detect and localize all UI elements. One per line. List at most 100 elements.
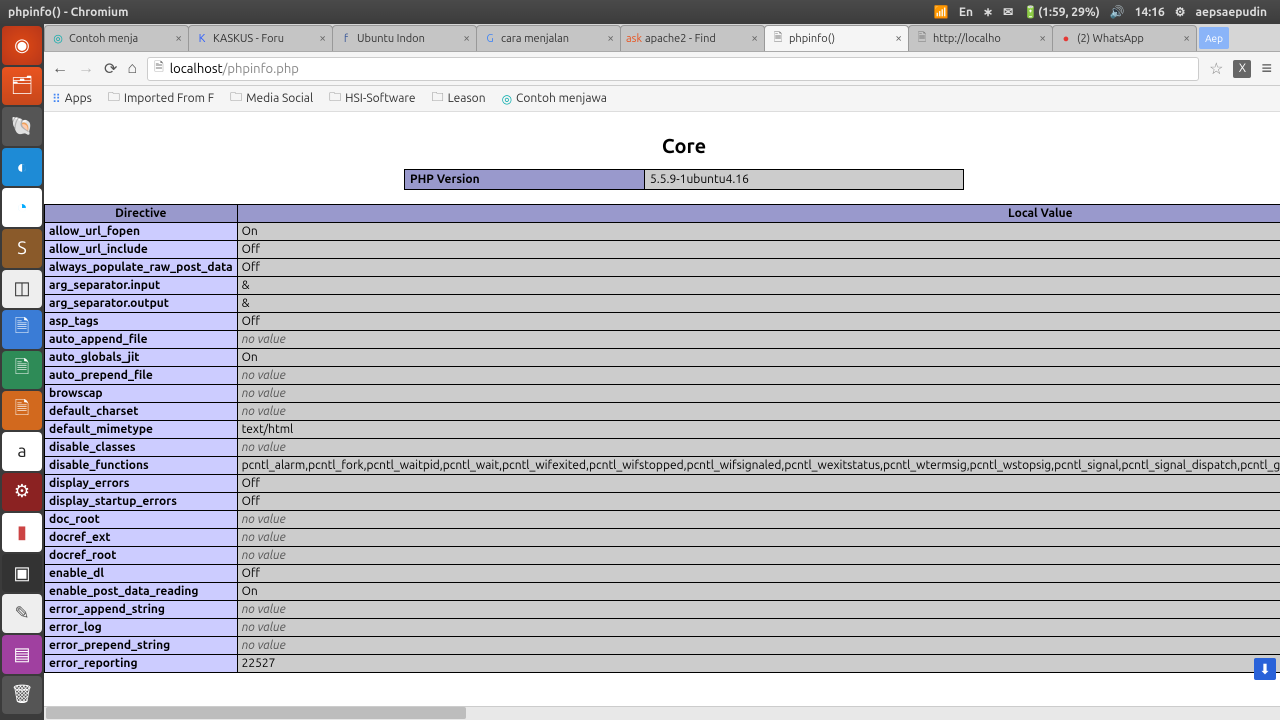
directive-name: browscap — [45, 385, 238, 403]
terminal-icon[interactable]: ▣ — [2, 554, 42, 593]
tab-close-icon[interactable]: × — [895, 32, 902, 45]
table-row: display_startup_errorsOff — [45, 493, 1280, 511]
app-icon[interactable]: ▮ — [2, 513, 42, 552]
clock[interactable]: 14:16 — [1135, 6, 1165, 19]
tab-close-icon[interactable]: × — [175, 32, 182, 45]
directive-value: & — [237, 277, 1280, 295]
table-row: docref_rootno value — [45, 547, 1280, 565]
app-icon[interactable]: ◔ — [2, 188, 42, 227]
reload-button[interactable]: ⟳ — [104, 59, 117, 78]
menu-icon[interactable]: ≡ — [1261, 58, 1272, 79]
favicon: K — [195, 32, 209, 46]
bookmark-item[interactable]: ◎Contoh menjawa — [502, 92, 607, 106]
browser-tab[interactable]: fUbuntu Indon× — [332, 25, 477, 51]
directive-name: error_append_string — [45, 601, 238, 619]
bookmark-item[interactable]: 🗀HSI-Software — [329, 88, 415, 109]
horizontal-scrollbar[interactable] — [44, 706, 1280, 720]
tab-close-icon[interactable]: × — [607, 32, 614, 45]
browser-tab[interactable]: Gcara menjalan× — [476, 25, 621, 51]
bookmark-item[interactable]: 🗀Imported From F — [108, 88, 214, 109]
user-name[interactable]: aepsaepudin — [1196, 6, 1267, 19]
address-bar[interactable]: 🗎 localhost/phpinfo.php — [147, 57, 1199, 81]
table-row: arg_separator.output& — [45, 295, 1280, 313]
scroll-down-icon[interactable]: ⬇ — [1254, 658, 1276, 680]
table-row: docref_extno value — [45, 529, 1280, 547]
directive-name: docref_ext — [45, 529, 238, 547]
directive-name: disable_classes — [45, 439, 238, 457]
bluetooth-icon[interactable]: ∗ — [983, 5, 993, 19]
directive-value: Off — [237, 565, 1280, 583]
favicon: ◎ — [51, 32, 65, 46]
battery-indicator[interactable]: 🔋(1:59, 29%) — [1023, 5, 1100, 19]
app-icon[interactable]: 🐚 — [2, 107, 42, 146]
table-row: browscapno value — [45, 385, 1280, 403]
browser-tab[interactable]: 🗎phpinfo()× — [764, 25, 909, 51]
bookmark-item[interactable]: 🗀 Media Social — [230, 88, 313, 109]
gear-icon[interactable]: ⚙ — [1175, 5, 1186, 19]
xmarks-icon[interactable]: X — [1233, 60, 1251, 78]
scrollbar-thumb[interactable] — [46, 707, 466, 719]
tab-close-icon[interactable]: × — [319, 32, 326, 45]
app-icon[interactable]: 🗎 — [2, 310, 42, 349]
files-icon[interactable]: 🗂 — [2, 67, 42, 106]
tab-close-icon[interactable]: × — [1183, 32, 1190, 45]
home-button[interactable]: ⌂ — [127, 59, 137, 78]
mail-icon[interactable]: ✉ — [1003, 5, 1013, 19]
folder-icon: 🗀 — [432, 88, 444, 109]
url-path: /phpinfo.php — [223, 62, 299, 76]
browser-tab[interactable]: ◎Contoh menja× — [44, 25, 189, 51]
directive-name: error_log — [45, 619, 238, 637]
unity-launcher: ◉ 🗂 🐚 ◐ ◔ S ◫ 🗎 🗎 🗎 a ⚙ ▮ ▣ ✎ ▤ 🗑 — [0, 24, 44, 720]
bookmark-star-icon[interactable]: ☆ — [1209, 59, 1223, 78]
browser-tab[interactable]: 🗎http://localho× — [908, 25, 1053, 51]
browser-window: ◎Contoh menja×KKASKUS - Foru×fUbuntu Ind… — [44, 24, 1280, 720]
app-icon[interactable]: 🗎 — [2, 351, 42, 390]
app-icon[interactable]: ◫ — [2, 270, 42, 309]
forward-button[interactable]: → — [78, 59, 94, 78]
tab-close-icon[interactable]: × — [751, 32, 758, 45]
tab-label: apache2 - Find — [645, 33, 747, 45]
tab-close-icon[interactable]: × — [463, 32, 470, 45]
directive-name: default_charset — [45, 403, 238, 421]
folder-icon: 🗀 — [329, 88, 341, 109]
directive-value: Off — [237, 475, 1280, 493]
favicon: 🗎 — [915, 32, 929, 46]
app-icon[interactable]: S — [2, 229, 42, 268]
table-row: allow_url_fopenOn — [45, 223, 1280, 241]
volume-icon[interactable]: 🔊 — [1110, 5, 1125, 19]
tab-close-icon[interactable]: × — [1039, 32, 1046, 45]
link-icon: ◎ — [502, 92, 512, 106]
browser-tab[interactable]: ●(2) WhatsApp× — [1052, 25, 1197, 51]
app-icon[interactable]: ▤ — [2, 635, 42, 674]
folder-icon: 🗀 — [230, 88, 242, 109]
table-row: enable_post_data_readingOn — [45, 583, 1280, 601]
directive-value: On — [237, 223, 1280, 241]
app-icon[interactable]: ✎ — [2, 594, 42, 633]
favicon: f — [339, 32, 353, 46]
table-row: error_logno value — [45, 619, 1280, 637]
directive-value: no value — [237, 439, 1280, 457]
amazon-icon[interactable]: a — [2, 432, 42, 471]
back-button[interactable]: ← — [52, 59, 68, 78]
app-icon[interactable]: ⚙ — [2, 473, 42, 512]
chromium-icon[interactable]: ◐ — [2, 148, 42, 187]
bookmark-item[interactable]: 🗀Leason — [432, 88, 486, 109]
dash-icon[interactable]: ◉ — [2, 26, 42, 65]
lang-indicator[interactable]: En — [959, 6, 973, 19]
profile-badge[interactable]: Aep — [1199, 27, 1229, 49]
bookmark-label: Media Social — [246, 92, 313, 105]
bookmark-item[interactable]: ⠿Apps — [52, 92, 92, 106]
browser-tab[interactable]: ask apache2 - Find × — [620, 25, 765, 51]
directive-value: On — [237, 583, 1280, 601]
browser-tab[interactable]: KKASKUS - Foru× — [188, 25, 333, 51]
table-row: auto_globals_jitOn — [45, 349, 1280, 367]
directive-value: no value — [237, 511, 1280, 529]
wifi-icon[interactable]: 📶 — [934, 5, 949, 19]
page-content[interactable]: Core PHP Version 5.5.9-1ubuntu4.16 Direc… — [44, 112, 1280, 706]
favicon: ask — [627, 32, 641, 46]
directive-value: text/html — [237, 421, 1280, 439]
window-title: phpinfo() - Chromium — [8, 6, 128, 19]
trash-icon[interactable]: 🗑 — [2, 676, 42, 715]
app-icon[interactable]: 🗎 — [2, 391, 42, 430]
bookmark-label: Apps — [65, 92, 92, 105]
